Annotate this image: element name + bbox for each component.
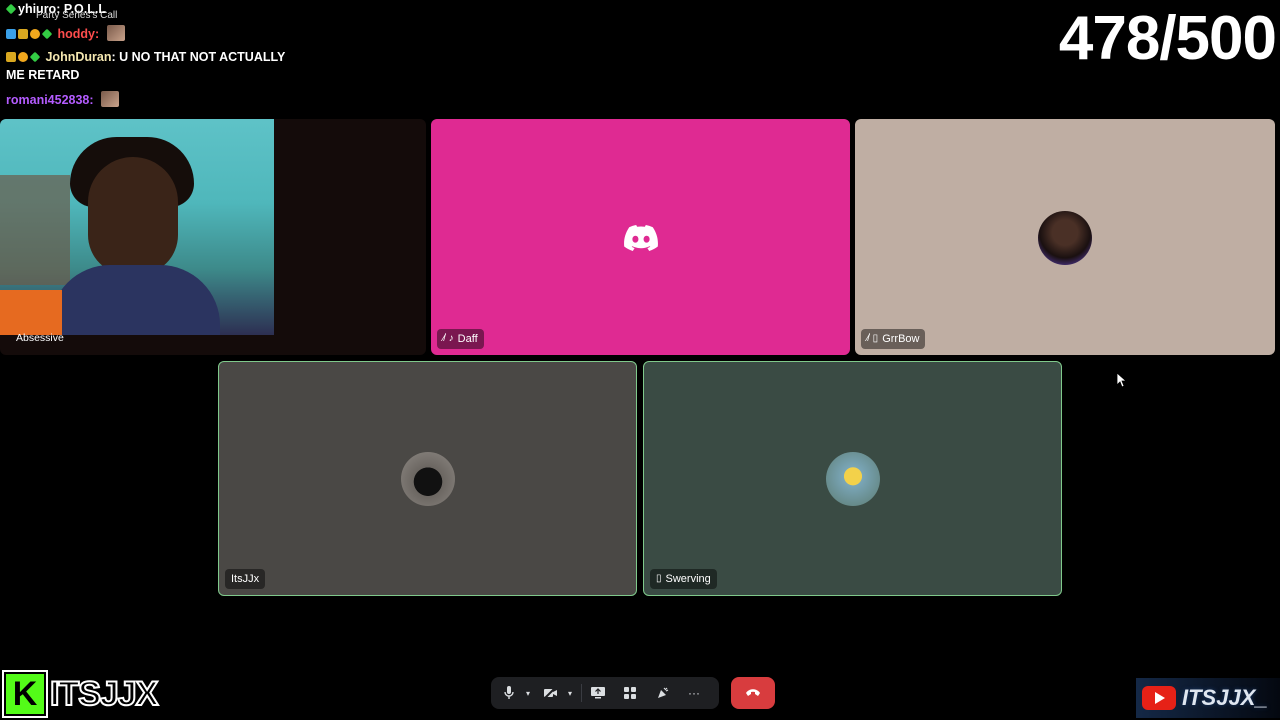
chat-username: hoddy — [57, 27, 95, 41]
participant-name: Absessive — [16, 332, 64, 344]
badge-icon — [6, 29, 16, 39]
chevron-down-icon[interactable]: ▾ — [521, 679, 535, 707]
call-title: Party Series's Call — [36, 10, 118, 21]
participant-tile-daff[interactable]: ⁄̸ ♪ Daff — [431, 119, 850, 355]
participant-label: ItsJJx — [225, 569, 266, 589]
badge-icon — [18, 52, 28, 62]
mobile-icon: ▯ — [656, 573, 662, 584]
participant-label: ▯ Swerving — [650, 569, 717, 589]
discord-logo-icon — [624, 225, 658, 251]
avatar — [401, 452, 455, 506]
microphone-icon[interactable] — [497, 679, 521, 707]
youtube-logo-icon — [1142, 686, 1176, 710]
youtube-channel-name: ITSJJX_ — [1182, 685, 1268, 710]
screen-share-icon[interactable] — [586, 679, 610, 707]
more-icon[interactable]: ··· — [682, 679, 706, 707]
mouse-cursor-icon — [1117, 373, 1127, 387]
emote-icon — [101, 91, 120, 107]
badge-icon — [5, 3, 17, 15]
participant-tile-swerving[interactable]: ▯ Swerving — [643, 361, 1062, 596]
crown-badge-icon — [6, 52, 16, 62]
emote-icon — [106, 25, 125, 41]
chat-username: romani452838 — [6, 93, 90, 107]
participant-tile-grrbow[interactable]: ⁄̸ ▯ GrrBow — [855, 119, 1275, 355]
chat-message: JohnDuran: U NO THAT NOT ACTUALLY — [6, 49, 285, 65]
participant-label: ⁄̸ ▯ GrrBow — [861, 329, 926, 349]
participant-name: Daff — [457, 333, 478, 345]
badge-icon — [41, 28, 53, 40]
soundboard-icon[interactable] — [650, 679, 674, 707]
avatar — [826, 452, 880, 506]
activities-icon[interactable] — [618, 679, 642, 707]
mobile-icon: ▯ — [872, 333, 879, 344]
chat-message: romani452838: — [6, 91, 120, 108]
participant-tile-itsjjx[interactable]: ItsJJx — [218, 361, 637, 596]
chat-text-continued: ME RETARD — [6, 68, 80, 82]
chevron-down-icon[interactable]: ▾ — [563, 679, 577, 707]
muted-mic-icon: ⁄̸ — [867, 333, 869, 344]
hang-up-icon — [746, 689, 760, 696]
participant-label: ⁄̸ ♪ Daff — [437, 329, 484, 349]
badge-icon — [29, 51, 41, 63]
chat-text: U NO THAT NOT ACTUALLY — [119, 50, 286, 64]
participant-name: ItsJJx — [231, 573, 260, 585]
kick-logo-icon: K — [4, 672, 46, 716]
chat-message: hoddy: — [6, 25, 125, 42]
call-controls-bar: ▾ ▾ ··· — [491, 677, 719, 709]
hang-up-button[interactable] — [731, 677, 775, 709]
kick-branding: K ITSJJX — [4, 672, 159, 716]
divider — [581, 684, 582, 702]
participant-name: GrrBow — [882, 333, 920, 345]
webcam-video — [0, 119, 274, 335]
avatar — [1038, 211, 1092, 265]
muted-mic-icon: ⁄̸ — [443, 333, 445, 344]
badge-icon — [30, 29, 40, 39]
chat-username: JohnDuran — [45, 50, 112, 64]
camera-off-icon[interactable] — [539, 679, 563, 707]
follower-goal-counter: 478/500 — [1058, 4, 1277, 73]
participant-tile-absessive[interactable]: Absessive — [0, 119, 426, 355]
kick-channel-name: ITSJJX — [49, 674, 159, 714]
playstation-icon: ♪ — [448, 333, 454, 344]
participant-name: Swerving — [665, 573, 711, 585]
crown-badge-icon — [18, 29, 28, 39]
youtube-branding: ITSJJX_ — [1136, 678, 1280, 718]
